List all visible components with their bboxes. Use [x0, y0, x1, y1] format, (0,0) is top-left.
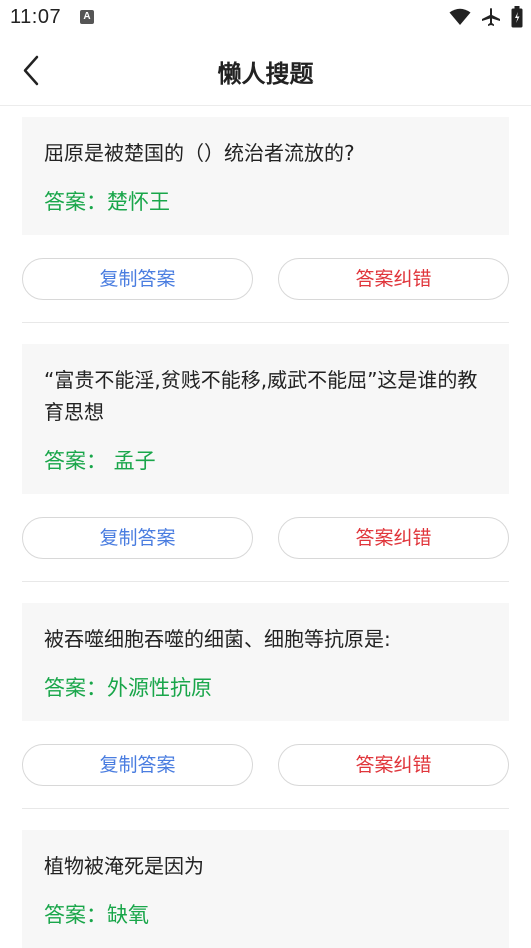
report-error-button[interactable]: 答案纠错 — [278, 258, 509, 300]
answer-text: 答案：楚怀王 — [44, 190, 170, 214]
report-error-button[interactable]: 答案纠错 — [278, 744, 509, 786]
answer-text: 答案： 孟子 — [44, 449, 156, 473]
question-text: 植物被淹死是因为 — [44, 854, 204, 878]
page-title: 懒人搜题 — [217, 60, 314, 88]
report-error-button[interactable]: 答案纠错 — [278, 517, 509, 559]
question-card: 被吞噬细胞吞噬的细菌、细胞等抗原是: 答案：外源性抗原 — [22, 603, 509, 721]
battery-icon — [511, 6, 523, 28]
copy-answer-button[interactable]: 复制答案 — [22, 517, 253, 559]
airplane-icon — [481, 7, 501, 27]
results-list[interactable]: 屈原是被楚国的（）统治者流放的? 答案：楚怀王 复制答案 答案纠错 “富贵不能淫… — [0, 106, 531, 948]
list-item: “富贵不能淫,贫贱不能移,威武不能屈”这是谁的教育思想 答案： 孟子 复制答案 … — [0, 344, 531, 559]
wifi-icon — [449, 8, 471, 26]
notification-a-icon: A — [80, 10, 94, 24]
list-item: 被吞噬细胞吞噬的细菌、细胞等抗原是: 答案：外源性抗原 复制答案 答案纠错 — [0, 603, 531, 786]
nav-bar: 懒人搜题 — [0, 36, 531, 106]
question-text: “富贵不能淫,贫贱不能移,威武不能屈”这是谁的教育思想 — [44, 368, 478, 424]
answer-text: 答案：缺氧 — [44, 903, 149, 927]
question-card: 植物被淹死是因为 答案：缺氧 — [22, 830, 509, 948]
question-card: 屈原是被楚国的（）统治者流放的? 答案：楚怀王 — [22, 117, 509, 235]
copy-answer-button[interactable]: 复制答案 — [22, 744, 253, 786]
question-text: 屈原是被楚国的（）统治者流放的? — [44, 141, 355, 165]
question-text: 被吞噬细胞吞噬的细菌、细胞等抗原是: — [44, 627, 391, 651]
question-card: “富贵不能淫,贫贱不能移,威武不能屈”这是谁的教育思想 答案： 孟子 — [22, 344, 509, 494]
copy-answer-button[interactable]: 复制答案 — [22, 258, 253, 300]
list-item: 屈原是被楚国的（）统治者流放的? 答案：楚怀王 复制答案 答案纠错 — [0, 117, 531, 300]
answer-text: 答案：外源性抗原 — [44, 676, 212, 700]
status-time: 11:07 — [10, 6, 62, 28]
status-bar: 11:07 A — [0, 0, 531, 36]
list-item: 植物被淹死是因为 答案：缺氧 — [0, 830, 531, 948]
